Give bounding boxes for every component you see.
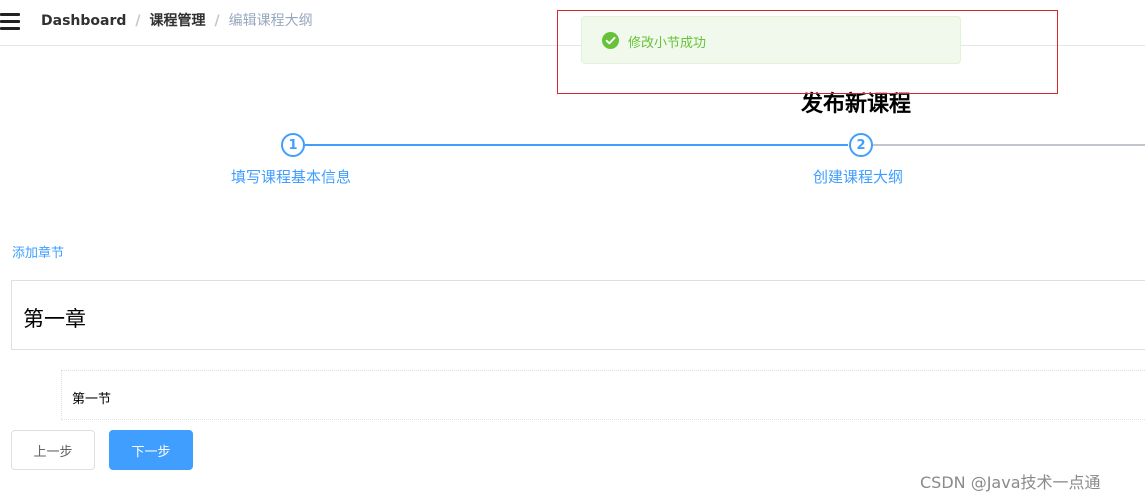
previous-step-button[interactable]: 上一步: [11, 430, 95, 470]
breadcrumb-separator: /: [135, 13, 141, 29]
toast-message: 修改小节成功: [628, 36, 707, 51]
add-chapter-link[interactable]: 添加章节: [12, 242, 64, 261]
hamburger-menu-icon[interactable]: [0, 11, 22, 31]
chapter-item: 第一章: [11, 280, 1145, 350]
step-connector-finished: [305, 144, 848, 146]
section-item: 第一节: [61, 370, 1145, 420]
breadcrumb-item-dashboard[interactable]: Dashboard: [41, 12, 126, 30]
step-1-icon: 1: [281, 133, 305, 157]
step-1-title: 填写课程基本信息: [231, 168, 352, 186]
step-2-title: 创建课程大纲: [813, 168, 904, 186]
step-2-icon: 2: [849, 133, 873, 157]
success-toast: 修改小节成功: [581, 16, 961, 64]
section-title: 第一节: [72, 392, 112, 407]
next-step-button[interactable]: 下一步: [109, 430, 193, 470]
breadcrumb-item-current: 编辑课程大纲: [228, 13, 313, 29]
breadcrumb-item-course-management[interactable]: 课程管理: [150, 12, 206, 30]
check-circle-icon: [602, 32, 619, 49]
watermark: CSDN @Java技术一点通: [920, 473, 1101, 492]
step-connector-pending: [872, 144, 1145, 146]
chapter-title: 第一章: [23, 307, 86, 331]
breadcrumb: Dashboard / 课程管理 / 编辑课程大纲: [41, 12, 313, 30]
breadcrumb-separator: /: [214, 13, 220, 29]
